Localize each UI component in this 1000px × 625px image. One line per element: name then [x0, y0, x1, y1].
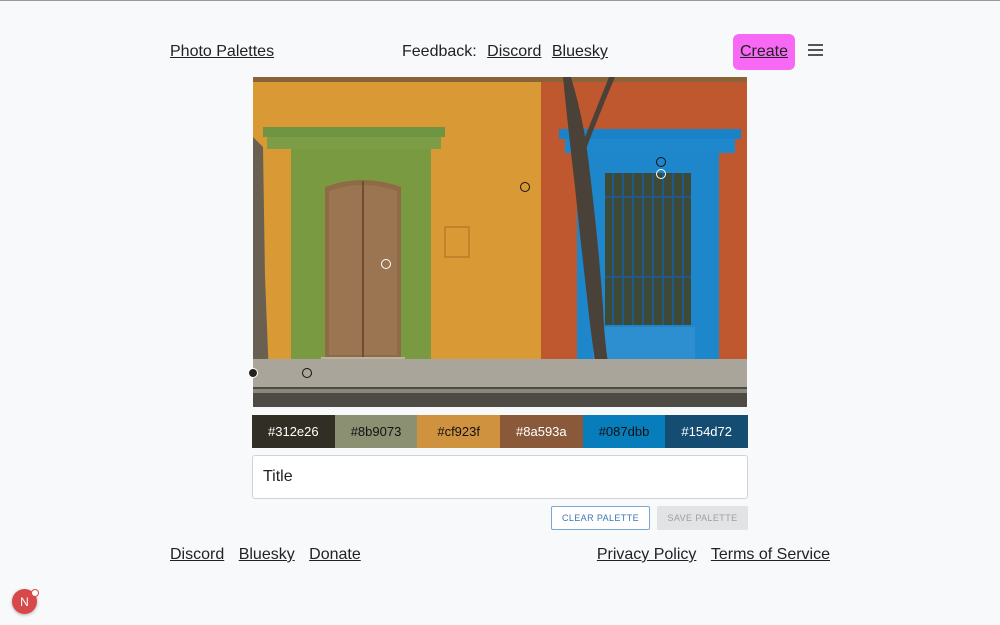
swatch[interactable]: #087dbb — [582, 415, 666, 448]
notification-dot-icon — [31, 589, 39, 597]
photo-image — [253, 77, 747, 407]
feedback-links: Feedback: Discord Bluesky — [402, 43, 614, 61]
swatch[interactable]: #8b9073 — [334, 415, 418, 448]
swatch-hex: #cf923f — [437, 424, 480, 439]
color-picker-marker[interactable] — [656, 157, 666, 167]
header-discord-link[interactable]: Discord — [487, 43, 541, 60]
terms-of-service-link[interactable]: Terms of Service — [711, 546, 830, 563]
swatch-hex: #8a593a — [516, 424, 567, 439]
swatch[interactable]: #312e26 — [252, 415, 335, 448]
color-picker-marker[interactable] — [520, 182, 530, 192]
swatch-hex: #087dbb — [598, 424, 650, 439]
swatch[interactable]: #cf923f — [417, 415, 501, 448]
swatch-hex: #154d72 — [681, 424, 732, 439]
create-link[interactable]: Create — [740, 43, 788, 61]
color-picker-marker[interactable] — [248, 368, 258, 378]
footer-discord-link[interactable]: Discord — [170, 546, 224, 563]
color-picker-marker[interactable] — [381, 259, 391, 269]
source-photo[interactable] — [248, 77, 747, 407]
swatch[interactable]: #154d72 — [665, 415, 749, 448]
save-palette-button: SAVE PALETTE — [657, 506, 748, 530]
color-picker-marker[interactable] — [656, 169, 666, 179]
footer-bluesky-link[interactable]: Bluesky — [239, 546, 295, 563]
brand-link[interactable]: Photo Palettes — [170, 43, 274, 61]
palette-title-input[interactable] — [252, 455, 748, 499]
feedback-label: Feedback: — [402, 43, 477, 60]
swatch[interactable]: #8a593a — [500, 415, 583, 448]
footer-right-links: Privacy Policy Terms of Service — [587, 546, 830, 564]
footer-left-links: Discord Bluesky Donate — [170, 546, 371, 564]
swatch-hex: #312e26 — [268, 424, 319, 439]
hamburger-menu-icon[interactable] — [808, 44, 824, 58]
avatar-initial: N — [20, 594, 29, 609]
footer-donate-link[interactable]: Donate — [309, 546, 361, 563]
create-button[interactable]: Create — [733, 34, 795, 70]
site-header: Photo Palettes Feedback: Discord Bluesky… — [170, 34, 830, 70]
clear-palette-button[interactable]: CLEAR PALETTE — [551, 506, 650, 530]
palette-swatches: #312e26 #8b9073 #cf923f #8a593a #087dbb … — [252, 415, 749, 448]
swatch-hex: #8b9073 — [350, 424, 402, 439]
header-bluesky-link[interactable]: Bluesky — [552, 43, 608, 60]
color-picker-marker[interactable] — [302, 368, 312, 378]
privacy-policy-link[interactable]: Privacy Policy — [597, 546, 697, 563]
